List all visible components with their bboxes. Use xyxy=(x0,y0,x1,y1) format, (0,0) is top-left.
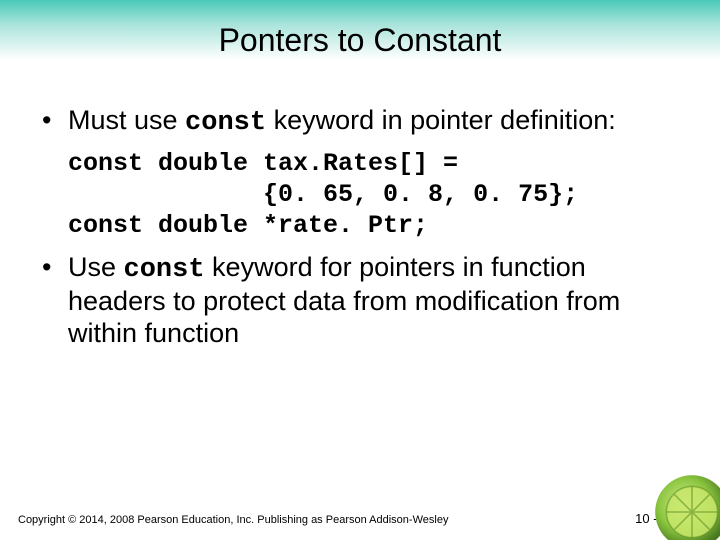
bullet-item-1: Must use const keyword in pointer defini… xyxy=(40,105,680,140)
code-block: const double tax.Rates[] = {0. 65, 0. 8,… xyxy=(68,148,680,242)
bullet2-keyword: const xyxy=(124,255,205,285)
bullet1-pre: Must use xyxy=(68,105,185,135)
bullet-list-2: Use const keyword for pointers in functi… xyxy=(40,252,680,351)
copyright-footer: Copyright © 2014, 2008 Pearson Education… xyxy=(18,514,448,526)
slide-title: Ponters to Constant xyxy=(0,22,720,59)
bullet2-pre: Use xyxy=(68,252,124,282)
bullet1-post: keyword in pointer definition: xyxy=(266,105,616,135)
bullet-list: Must use const keyword in pointer defini… xyxy=(40,105,680,140)
lime-decoration-icon xyxy=(652,472,720,540)
bullet-item-2: Use const keyword for pointers in functi… xyxy=(40,252,680,351)
bullet1-keyword: const xyxy=(185,108,266,138)
slide-body: Must use const keyword in pointer defini… xyxy=(40,105,680,358)
slide: Ponters to Constant Must use const keywo… xyxy=(0,0,720,540)
